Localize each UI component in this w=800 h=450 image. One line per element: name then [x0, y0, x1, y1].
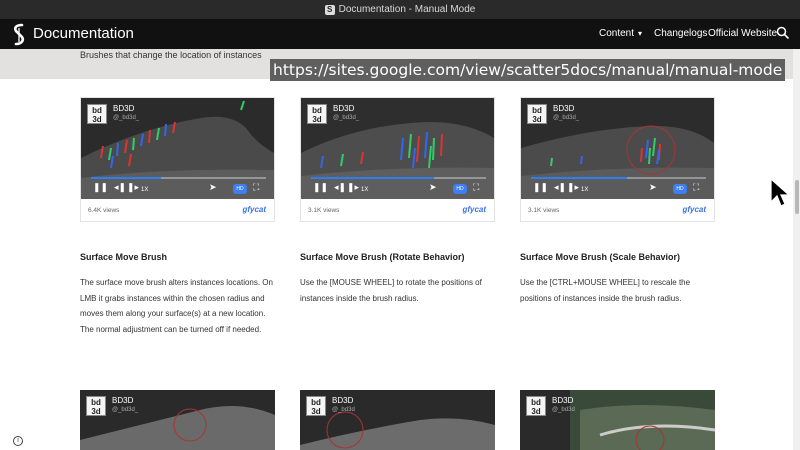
nav-official-website-link[interactable]: Official Website — [708, 28, 777, 39]
skip-back-icon[interactable]: ◂❚ — [554, 182, 566, 192]
video-card-rotate[interactable]: bd 3d BD3D @_bd3d_ ❚❚ ◂❚ ❚▸ 1X ➤ HD ⛶ 3.… — [300, 97, 495, 222]
hd-badge[interactable]: HD — [233, 184, 247, 194]
chevron-down-icon: ▾ — [638, 29, 643, 38]
section-title: Surface Move Brush — [80, 252, 168, 262]
skip-back-icon[interactable]: ◂❚ — [334, 182, 346, 192]
channel-logo: bd 3d — [307, 104, 327, 124]
fullscreen-icon[interactable]: ⛶ — [473, 182, 479, 192]
video-card-surface-move[interactable]: bd 3d BD3D @_bd3d_ ❚❚ ◂❚ ❚▸ 1X ➤ HD ⛶ 6.… — [80, 97, 275, 222]
pause-icon[interactable]: ❚❚ — [93, 182, 108, 192]
hd-badge[interactable]: HD — [453, 184, 467, 194]
skip-forward-icon[interactable]: ❚▸ — [567, 182, 579, 192]
video-card-scale[interactable]: bd 3d BD3D @_bd3d_ ❚❚ ◂❚ ❚▸ 1X ➤ HD ⛶ 3.… — [520, 97, 715, 222]
video-player[interactable]: bd 3d BD3D @_bd3d_ ❚❚ ◂❚ ❚▸ 1X ➤ HD ⛶ — [301, 98, 494, 199]
video-thumbnail[interactable]: bd 3d BD3D @_bd3d — [300, 390, 495, 450]
view-count: 6.4K views — [88, 207, 120, 214]
video-progress-bar[interactable] — [531, 177, 706, 179]
card-footer: 3.1K views gfycat — [301, 199, 494, 222]
search-icon[interactable] — [776, 26, 790, 40]
channel-logo: bd 3d — [87, 104, 107, 124]
scrollbar-thumb[interactable] — [795, 180, 799, 214]
url-overlay: https://sites.google.com/view/scatter5do… — [270, 59, 786, 81]
channel-name[interactable]: BD3D — [552, 396, 573, 405]
section-description: The surface move brush alters instances … — [80, 278, 273, 334]
channel-logo: bd 3d — [306, 396, 326, 416]
app-icon: S — [324, 4, 335, 15]
share-icon[interactable]: ➤ — [429, 182, 437, 192]
view-count: 3.1K views — [528, 207, 560, 214]
scrollbar-track[interactable] — [793, 49, 800, 450]
nav-changelogs-link[interactable]: Changelogs — [654, 28, 707, 39]
video-progress-bar[interactable] — [311, 177, 486, 179]
playback-speed-button[interactable]: 1X — [141, 185, 148, 195]
video-scene — [80, 390, 275, 450]
channel-name[interactable]: BD3D — [332, 396, 353, 405]
channel-logo: bd 3d — [526, 396, 546, 416]
card-footer: 3.1K views gfycat — [521, 199, 714, 222]
section-description: Use the [MOUSE WHEEL] to rotate the posi… — [300, 278, 482, 303]
video-thumbnail[interactable]: bd 3d BD3D @_bd3d_ — [80, 390, 275, 450]
mouse-cursor-icon — [770, 178, 790, 207]
video-scene — [300, 390, 495, 450]
gfycat-logo[interactable]: gfycat — [682, 205, 706, 214]
channel-handle: @_bd3d_ — [333, 115, 360, 121]
channel-name[interactable]: BD3D — [333, 104, 354, 113]
channel-handle: @_bd3d_ — [112, 407, 139, 413]
fullscreen-icon[interactable]: ⛶ — [253, 182, 259, 192]
channel-logo: bd 3d — [86, 396, 106, 416]
channel-handle: @_bd3d_ — [113, 115, 140, 121]
skip-forward-icon[interactable]: ❚▸ — [127, 182, 139, 192]
card-footer: 6.4K views gfycat — [81, 199, 274, 222]
site-logo-icon[interactable] — [12, 23, 26, 47]
site-title[interactable]: Documentation — [33, 25, 134, 42]
share-icon[interactable]: ➤ — [209, 182, 217, 192]
gfycat-logo[interactable]: gfycat — [242, 205, 266, 214]
playback-speed-button[interactable]: 1X — [581, 185, 588, 195]
skip-forward-icon[interactable]: ❚▸ — [347, 182, 359, 192]
video-progress-bar[interactable] — [91, 177, 266, 179]
pause-icon[interactable]: ❚❚ — [533, 182, 548, 192]
section-title: Surface Move Brush (Scale Behavior) — [520, 252, 681, 262]
skip-back-icon[interactable]: ◂❚ — [114, 182, 126, 192]
view-count: 3.1K views — [308, 207, 340, 214]
channel-handle: @_bd3d — [552, 407, 575, 413]
hd-badge[interactable]: HD — [673, 184, 687, 194]
pause-icon[interactable]: ❚❚ — [313, 182, 328, 192]
video-thumbnail[interactable]: bd 3d BD3D @_bd3d — [520, 390, 715, 450]
video-player[interactable]: bd 3d BD3D @_bd3d_ ❚❚ ◂❚ ❚▸ 1X ➤ HD ⛶ — [81, 98, 274, 199]
video-player[interactable]: bd 3d BD3D @_bd3d_ ❚❚ ◂❚ ❚▸ 1X ➤ HD ⛶ — [521, 98, 714, 199]
channel-name[interactable]: BD3D — [553, 104, 574, 113]
channel-handle: @_bd3d_ — [553, 115, 580, 121]
channel-logo: bd 3d — [527, 104, 547, 124]
section-title: Surface Move Brush (Rotate Behavior) — [300, 252, 465, 262]
progress-fill — [91, 177, 161, 179]
progress-fill — [311, 177, 434, 179]
banner-text: Brushes that change the location of inst… — [80, 50, 262, 60]
nav-content-menu[interactable]: Content ▾ — [599, 28, 642, 39]
channel-name[interactable]: BD3D — [112, 396, 133, 405]
section-description: Use the [CTRL+MOUSE WHEEL] to rescale th… — [520, 278, 691, 303]
gfycat-logo[interactable]: gfycat — [462, 205, 486, 214]
info-icon[interactable]: i — [13, 436, 23, 446]
video-scene — [520, 390, 715, 450]
nav-content-label: Content — [599, 28, 635, 39]
progress-fill — [531, 177, 628, 179]
fullscreen-icon[interactable]: ⛶ — [693, 182, 699, 192]
channel-handle: @_bd3d — [332, 407, 355, 413]
share-icon[interactable]: ➤ — [649, 182, 657, 192]
window-titlebar: S Documentation - Manual Mode — [0, 0, 800, 19]
window-title: Documentation - Manual Mode — [338, 4, 476, 15]
playback-speed-button[interactable]: 1X — [361, 185, 368, 195]
channel-name[interactable]: BD3D — [113, 104, 134, 113]
top-navigation: Documentation Content ▾ Changelogs Offici… — [0, 19, 800, 49]
